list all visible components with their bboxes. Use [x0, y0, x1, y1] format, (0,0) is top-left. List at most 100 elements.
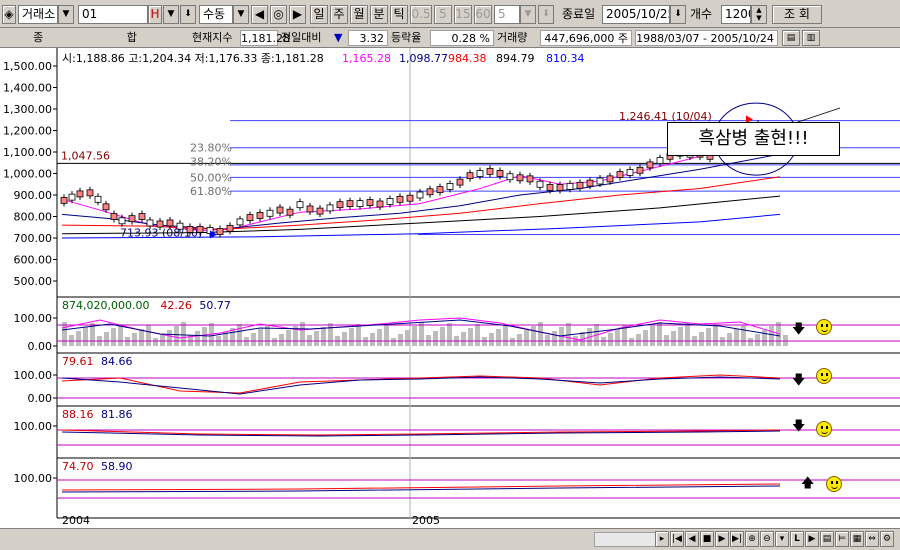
volume-bar	[762, 330, 767, 346]
play-icon[interactable]: ▶	[715, 531, 729, 547]
count-spin-icon[interactable]: ▲ ▼	[751, 5, 767, 24]
y-tick-label: 100.00	[14, 312, 53, 325]
smiley-icon	[816, 368, 832, 384]
volume-bar	[629, 338, 634, 346]
diamond-icon[interactable]: ◈	[2, 5, 16, 24]
volume-bar	[468, 328, 473, 346]
volume-bar	[111, 328, 116, 346]
volume-bar	[608, 333, 613, 346]
y-tick-label: 100.00	[14, 472, 53, 485]
volume-bar	[741, 325, 746, 346]
candle	[246, 214, 254, 221]
candle	[346, 200, 354, 208]
down-arrow-icon: 🡇	[792, 322, 806, 337]
market-select[interactable]: 거래소	[18, 5, 58, 24]
candle	[586, 179, 594, 187]
tick-60-button[interactable]: 60	[474, 5, 492, 24]
candle	[186, 225, 194, 233]
h-button[interactable]: H	[148, 5, 162, 24]
chart-scrollbar[interactable]	[594, 532, 656, 547]
market-dropdown-icon[interactable]: ▼	[58, 5, 74, 24]
y-tick-label: 1,500.00	[3, 60, 52, 73]
current-label: 현재지수	[192, 31, 233, 44]
volume-bar	[62, 322, 67, 346]
candle	[476, 170, 484, 177]
scroll-down-icon[interactable]: ▾	[775, 531, 789, 547]
candle	[436, 186, 444, 194]
volume-bar	[272, 338, 277, 346]
last-icon[interactable]: ▶|	[730, 531, 744, 547]
line-tool-icon[interactable]: L	[790, 531, 804, 547]
end-date-dropdown-icon[interactable]: ⬇	[670, 5, 686, 24]
volume-bar	[321, 327, 326, 346]
end-date-input[interactable]: 2005/10/25	[602, 5, 670, 24]
volume-bar	[552, 331, 557, 346]
prev-icon[interactable]: ◀	[251, 5, 268, 24]
query-button[interactable]: 조 회	[772, 5, 822, 24]
volume-bar	[279, 334, 284, 346]
candle	[216, 228, 224, 235]
volume-bar	[237, 324, 242, 346]
indicator-value: 58.90	[101, 460, 133, 473]
next-icon[interactable]: ▶	[289, 5, 306, 24]
tick-5-button[interactable]: 5	[434, 5, 452, 24]
chart-area[interactable]: 1,500.00 1,400.00 1,300.00 1,200.00 1,100.00…	[0, 48, 900, 528]
fib-label: 61.80%	[190, 185, 232, 198]
pattern-annotation: 흑삼병 출현!!!	[667, 122, 840, 156]
mode-dropdown-icon[interactable]: ▼	[233, 5, 249, 24]
save-icon[interactable]: ▤	[782, 30, 800, 46]
volume-bar	[384, 325, 389, 346]
code-dropdown-icon[interactable]: ▼	[163, 5, 179, 24]
candle	[60, 196, 68, 204]
volume-bar	[174, 326, 179, 346]
tick-05-button[interactable]: 0.5	[410, 5, 432, 24]
grid-icon[interactable]: ▦	[850, 531, 864, 547]
candle	[102, 203, 110, 211]
period-tick-button[interactable]: 틱	[390, 5, 408, 24]
count-input[interactable]: 1200	[721, 5, 751, 24]
ohlc-text: 시:1,188.86 고:1,204.34 저:1,176.33 종:1,181…	[62, 52, 324, 65]
tick-custom-input[interactable]: 5	[494, 5, 520, 24]
y-tick-label: 1,300.00	[3, 103, 52, 116]
volume-bar	[657, 322, 662, 346]
chart-type-icon[interactable]: ▶	[805, 531, 819, 547]
y-tick-label: 0.00	[28, 392, 53, 405]
rewind-icon[interactable]: ◀	[685, 531, 699, 547]
index-name: 종 합	[33, 31, 177, 44]
first-icon[interactable]: |◀	[670, 531, 684, 547]
candle	[486, 167, 494, 175]
volume-bar	[748, 338, 753, 346]
volume-label: 거래량	[497, 31, 528, 44]
candle	[376, 200, 384, 208]
y-tick-label: 100.00	[14, 369, 53, 382]
period-day-button[interactable]: 일	[310, 5, 328, 24]
code-input[interactable]: 01	[78, 5, 148, 24]
ma-value: 894.79	[496, 52, 535, 65]
settings-icon[interactable]: ⚙	[880, 531, 894, 547]
zoom-in-icon[interactable]: ⊕	[745, 531, 759, 547]
expand-icon[interactable]: ⇔	[865, 531, 879, 547]
print-icon[interactable]: ▥	[802, 30, 820, 46]
navigation-bar: ▸ |◀ ◀ ■ ▶ ▶| ⊕ ⊖ ▾ L ▶ ▤ ⊨ ▦ ⇔ ⚙	[0, 528, 900, 550]
period-minute-button[interactable]: 분	[370, 5, 388, 24]
stop-icon[interactable]: ■	[700, 531, 714, 547]
period-week-button[interactable]: 주	[330, 5, 348, 24]
mode-select[interactable]: 수동	[199, 5, 233, 24]
ruler-icon[interactable]: ⊨	[835, 531, 849, 547]
layout-icon[interactable]: ▤	[820, 531, 834, 547]
volume-bar	[167, 330, 172, 346]
target-icon[interactable]: ◎	[270, 5, 287, 24]
scroll-right-icon[interactable]: ▸	[655, 531, 669, 547]
period-month-button[interactable]: 월	[350, 5, 368, 24]
tick-next-icon[interactable]: ⬇	[538, 5, 554, 24]
candle	[276, 206, 284, 214]
tick-dropdown-icon[interactable]: ▼	[520, 5, 536, 24]
code-next-icon[interactable]: ⬇	[180, 5, 196, 24]
tick-15-button[interactable]: 15	[454, 5, 472, 24]
chart-canvas[interactable]: 1,500.00 1,400.00 1,300.00 1,200.00 1,100.00…	[0, 48, 900, 528]
zoom-out-icon[interactable]: ⊖	[760, 531, 774, 547]
x-tick-label: 2004	[62, 514, 90, 527]
volume-bar	[447, 323, 452, 346]
smiley-icon	[826, 476, 842, 492]
oscillator-line	[61, 485, 781, 493]
